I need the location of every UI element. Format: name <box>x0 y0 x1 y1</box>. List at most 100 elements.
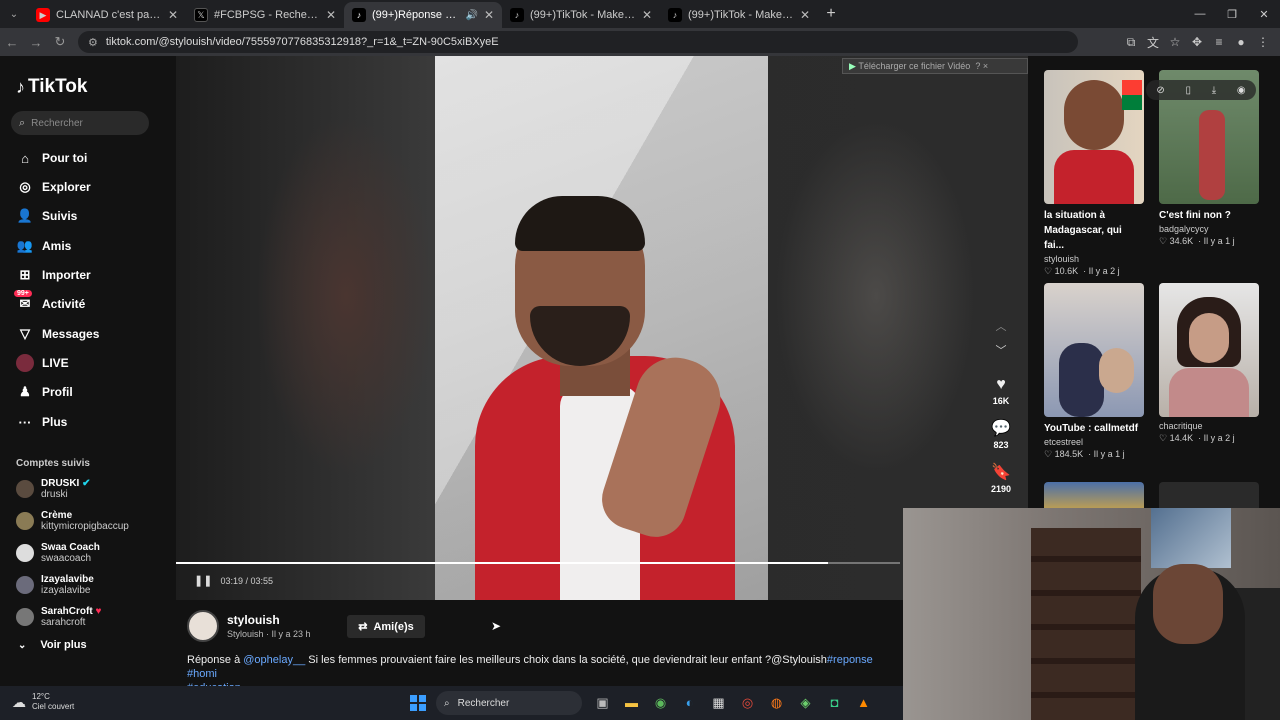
author-info[interactable]: stylouish Stylouish · Il y a 23 h <box>187 610 311 642</box>
sidebar-item-plus[interactable]: ··· Plus <box>16 411 68 433</box>
tiktok-logo[interactable]: ♪ TikTok <box>16 76 87 98</box>
followed-account[interactable]: DRUSKI ✔ druski <box>16 476 91 502</box>
video-frame[interactable] <box>435 56 768 600</box>
video-thumbnail[interactable] <box>1159 283 1259 417</box>
download-extra[interactable]: ? × <box>975 61 988 71</box>
chevron-up-icon[interactable]: ︿ <box>994 318 1008 334</box>
taskbar-search-input[interactable]: ⌕ Rechercher <box>436 691 582 715</box>
browser-tab-1[interactable]: 𝕏 #FCBPSG - Recherche / X ✕ <box>186 2 344 28</box>
minimize-icon[interactable]: — <box>1184 0 1216 28</box>
mention-link[interactable]: @ophelay__ <box>243 654 305 666</box>
discord-icon[interactable]: ◘ <box>820 693 849 713</box>
chrome-icon[interactable]: ◎ <box>733 693 762 713</box>
reload-icon[interactable]: ↻ <box>48 34 72 50</box>
card-title[interactable]: la situation à Madagascar, qui fai... <box>1044 208 1144 253</box>
sidebar-item-profil[interactable]: ♟ Profil <box>16 381 73 403</box>
browser-tab-2[interactable]: ♪ (99+)Réponse à @ophelay_ 🔊 ✕ <box>344 2 502 28</box>
chevron-down-icon[interactable]: ﹀ <box>994 342 1008 358</box>
install-app-icon[interactable]: ⧉ <box>1120 35 1142 50</box>
followed-account[interactable]: Crème kittymicropigbaccup <box>16 508 129 534</box>
app-icon[interactable]: ◈ <box>791 693 820 713</box>
video-thumbnail[interactable] <box>1044 283 1144 417</box>
comment-button[interactable]: 💬 823 <box>984 418 1018 450</box>
browser-tab-3[interactable]: ♪ (99+)TikTok - Make Your Day ✕ <box>502 2 660 28</box>
extensions-icon[interactable]: ✥ <box>1186 35 1208 49</box>
download-icon[interactable]: ⤓ <box>1212 85 1216 96</box>
card-user[interactable]: badgalycycy <box>1159 224 1259 234</box>
save-button[interactable]: 🔖 2190 <box>984 462 1018 494</box>
card-user[interactable]: stylouish <box>1044 254 1144 264</box>
back-icon[interactable]: ← <box>0 35 24 50</box>
sidebar-item-pour-toi[interactable]: ⌂ Pour toi <box>16 147 87 169</box>
card-title[interactable]: YouTube : callmetdf <box>1044 421 1144 436</box>
browser-tab-0[interactable]: ▶ CLANNAD c'est pas ouf ! - YouT ✕ <box>28 2 186 28</box>
see-more-button[interactable]: ⌄ Voir plus <box>18 639 87 651</box>
save-count: 2190 <box>990 484 1012 494</box>
windows-start-icon[interactable] <box>410 695 426 711</box>
search-input[interactable]: ⌕ Rechercher <box>11 111 149 135</box>
sidebar-item-activite[interactable]: ✉ 99+ Activité <box>14 290 85 315</box>
link-icon[interactable]: ⊘ <box>1156 85 1164 96</box>
weather-widget[interactable]: ☁ 12°C Ciel couvert <box>12 692 74 712</box>
friends-button[interactable]: ⇄ Ami(e)s <box>347 615 425 638</box>
browser-tab-4[interactable]: ♪ (99+)TikTok - Make Your Day ✕ <box>660 2 818 28</box>
sidebar-item-messages[interactable]: ▽ Messages <box>16 323 99 345</box>
hashtag-link[interactable]: #reponse <box>827 654 873 666</box>
close-icon[interactable]: ✕ <box>800 8 810 22</box>
video-thumbnail[interactable] <box>1044 70 1144 204</box>
like-button[interactable]: ♥ 16K <box>984 376 1018 406</box>
sidebar-item-label: Explorer <box>42 180 91 194</box>
task-view-icon[interactable]: ▣ <box>588 693 617 713</box>
card-title[interactable]: C'est fini non ? <box>1159 208 1259 223</box>
profile-icon: ♟ <box>19 384 31 399</box>
video-player[interactable]: ▶ Télécharger ce fichier Vidéo ? × ❚❚ 03… <box>176 56 1028 600</box>
bookmark-star-icon[interactable]: ☆ <box>1164 35 1186 49</box>
card-user[interactable]: chacritique <box>1159 421 1259 431</box>
close-icon[interactable]: ✕ <box>326 8 336 22</box>
hashtag-link[interactable]: #homi <box>187 668 217 680</box>
speaker-icon[interactable]: 🔊 <box>465 10 477 21</box>
thumb-face <box>1064 80 1124 150</box>
sidebar-item-live[interactable]: LIVE <box>16 352 69 374</box>
browser-menu-icon[interactable]: ⋮ <box>1252 35 1274 49</box>
site-info-icon[interactable]: ⚙ <box>88 36 98 49</box>
followed-account[interactable]: Izayalavibe izayalavibe <box>16 572 94 598</box>
profile-avatar-icon[interactable]: ● <box>1230 35 1252 49</box>
maximize-icon[interactable]: ❐ <box>1216 0 1248 28</box>
edge-icon[interactable]: ◐ <box>675 693 704 713</box>
video-card[interactable]: YouTube : callmetdf etcestreel ♡ 184.5K … <box>1044 283 1144 460</box>
sidebar-item-suivis[interactable]: 👤 Suivis <box>16 205 77 227</box>
video-card[interactable]: la situation à Madagascar, qui fai... st… <box>1044 70 1144 277</box>
tab-title: (99+)TikTok - Make Your Day <box>688 9 794 21</box>
author-username[interactable]: stylouish <box>227 613 311 627</box>
translate-icon[interactable]: 文 <box>1142 34 1164 51</box>
account-handle: sarahcroft <box>41 616 86 628</box>
media-icon[interactable]: ≡ <box>1208 35 1230 49</box>
close-window-icon[interactable]: ✕ <box>1248 0 1280 28</box>
progress-bar[interactable] <box>176 562 900 564</box>
close-icon[interactable]: ✕ <box>642 8 652 22</box>
xbox-icon[interactable]: ◉ <box>646 693 675 713</box>
followed-account[interactable]: SarahCroft ♥ sarahcroft <box>16 604 101 630</box>
vlc-icon[interactable]: ▲ <box>849 693 878 713</box>
download-video-bar[interactable]: ▶ Télécharger ce fichier Vidéo ? × <box>842 58 1028 74</box>
firefox-icon[interactable]: ◍ <box>762 693 791 713</box>
sidebar-item-amis[interactable]: 👥 Amis <box>16 235 71 257</box>
followed-account[interactable]: Swaa Coach swaacoach <box>16 540 100 566</box>
phone-icon[interactable]: ▯ <box>1185 85 1191 96</box>
tab-search-icon[interactable]: ⌄ <box>0 0 28 28</box>
close-icon[interactable]: ✕ <box>168 8 178 22</box>
forward-icon[interactable]: → <box>24 35 48 50</box>
close-icon[interactable]: ✕ <box>484 8 494 22</box>
avatar[interactable] <box>187 610 219 642</box>
sidebar-item-importer[interactable]: ⊞ Importer <box>16 264 91 286</box>
card-user[interactable]: etcestreel <box>1044 437 1144 447</box>
target-icon[interactable]: ◉ <box>1237 85 1246 96</box>
store-icon[interactable]: ▦ <box>704 693 733 713</box>
new-tab-button[interactable]: + <box>818 5 844 23</box>
pause-icon[interactable]: ❚❚ <box>194 574 212 587</box>
file-explorer-icon[interactable]: ▬ <box>617 693 646 713</box>
address-bar[interactable]: ⚙ tiktok.com/@stylouish/video/7555970776… <box>78 31 1078 53</box>
video-card[interactable]: chacritique ♡ 14.4K · Il y a 2 j <box>1159 283 1259 444</box>
sidebar-item-explorer[interactable]: ◎ Explorer <box>16 176 91 198</box>
